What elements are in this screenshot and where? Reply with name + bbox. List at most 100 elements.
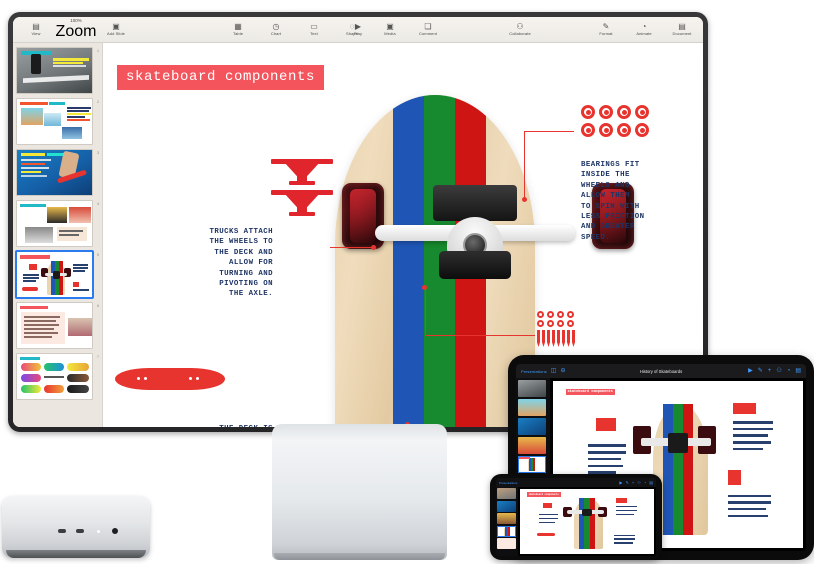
collaborate-icon[interactable]: ⚇ <box>776 368 781 374</box>
bolts-row <box>537 330 575 347</box>
comment-icon: ❏ <box>424 22 432 31</box>
callout-trucks[interactable]: TRUCKS ATTACH THE WHEELS TO THE DECK AND… <box>121 227 273 300</box>
chart-icon: ◷ <box>272 22 280 31</box>
insert-icon[interactable]: + <box>632 480 634 485</box>
thumb-art <box>17 99 93 144</box>
display-stand-base <box>272 424 447 560</box>
callout-bearings[interactable]: BEARINGS FIT INSIDE THE WHEELS AND ALLOW… <box>581 160 703 243</box>
screw-rings-row <box>537 311 575 327</box>
zoom-control[interactable]: 100% Zoom <box>56 18 97 41</box>
slide-thumbnail-5[interactable] <box>14 250 95 299</box>
slide-thumbnail-6[interactable] <box>16 302 94 349</box>
slide-navigator[interactable]: 1 2 3 4 5 6 7 <box>13 43 103 427</box>
ip-truck-hub <box>581 508 593 517</box>
format-label: Format <box>599 31 613 36</box>
slide-thumbnail-row[interactable]: 3 <box>16 149 99 196</box>
mb-slide-title: skateboard components <box>565 389 615 396</box>
mb-truck-icon <box>595 417 616 432</box>
screw-ring-icon <box>567 320 574 327</box>
slide-thumbnail-row[interactable]: 1 <box>16 47 99 94</box>
slide-thumbnail-1[interactable] <box>16 47 94 94</box>
ip-back-label[interactable]: Presentations <box>499 481 517 485</box>
insert-icon[interactable]: + <box>768 368 772 374</box>
collaborate-button[interactable]: ⚇ Collaborate <box>497 22 543 37</box>
screw-ring-icon <box>547 311 554 318</box>
ip-slide-thumbnail[interactable] <box>497 500 516 512</box>
animate-button[interactable]: ◔ Animate <box>631 22 657 37</box>
mac-mini <box>2 496 150 558</box>
mb-slide-thumbnail[interactable] <box>518 399 546 416</box>
format-brush-icon[interactable]: ✎ <box>626 480 629 485</box>
play-icon[interactable]: ▶ <box>748 368 753 374</box>
bearing-icon <box>635 105 649 119</box>
chart-button[interactable]: ◷ Chart <box>263 22 289 37</box>
mb-slide-thumbnail[interactable] <box>518 380 546 397</box>
view-icon: ▤ <box>32 22 40 31</box>
ip-slide-thumbnail[interactable] <box>497 538 516 549</box>
toolbar-center-group: ▶ Play <box>345 22 371 37</box>
chart-label: Chart <box>270 31 282 36</box>
view-label: View <box>31 31 41 36</box>
mb-sidebar-toggle-icon[interactable]: ◫ <box>551 368 557 374</box>
collaborate-icon[interactable]: ⚇ <box>637 480 641 485</box>
add-slide-button[interactable]: ▣ Add Slide <box>103 22 129 37</box>
table-button[interactable]: ▦ Table <box>225 22 251 37</box>
format-button[interactable]: ✎ Format <box>593 22 619 37</box>
media-label: Media <box>384 31 396 36</box>
screw-ring-icon <box>567 311 574 318</box>
mb-slide-thumbnail-selected[interactable] <box>518 456 546 473</box>
leader-dot-trucks <box>371 245 376 250</box>
slide-number: 7 <box>97 355 99 359</box>
document-button[interactable]: ▤ Document <box>669 22 695 37</box>
leader-line-bearings-h <box>524 131 574 132</box>
play-button[interactable]: ▶ Play <box>345 22 371 37</box>
slide-thumbnail-row[interactable]: 6 <box>16 302 99 349</box>
text-button[interactable]: ▭ Text <box>301 22 327 37</box>
ip-bearings <box>616 498 628 503</box>
slide-thumbnail-7[interactable] <box>16 353 94 400</box>
document-icon[interactable]: ▤ <box>649 480 653 485</box>
mb-zoom-icon[interactable]: ⊖ <box>560 368 565 374</box>
thumb-art <box>17 252 93 297</box>
mb-slide-thumbnail[interactable] <box>518 437 546 454</box>
ip-toolbar-icons: ▶ ✎ + ⚇ ◔ ▤ <box>619 480 653 485</box>
slide-thumbnail-row[interactable]: 4 <box>16 200 99 247</box>
animate-icon[interactable]: ◔ <box>787 368 791 374</box>
ip-slide-thumbnail[interactable] <box>497 513 516 524</box>
play-icon[interactable]: ▶ <box>619 480 622 485</box>
media-button[interactable]: ▣ Media <box>377 22 403 37</box>
ip-stripe-red <box>589 498 596 549</box>
thumb-art <box>17 48 93 93</box>
slide-thumbnail-2[interactable] <box>16 98 94 145</box>
screws-graphic <box>537 311 575 347</box>
ip-slide-canvas[interactable]: skateboard components <box>520 489 654 554</box>
comment-button[interactable]: ❏ Comment <box>415 22 441 37</box>
document-icon[interactable]: ▤ <box>795 368 801 374</box>
slide-thumbnail-row[interactable]: 7 <box>16 353 99 400</box>
animate-icon[interactable]: ◔ <box>644 480 646 485</box>
slide-thumbnail-row[interactable]: 2 <box>16 98 99 145</box>
animate-icon: ◔ <box>641 22 647 31</box>
bearings-graphic <box>581 105 649 137</box>
play-label: Play <box>353 31 363 36</box>
ip-slide-thumbnail-selected[interactable] <box>497 525 516 537</box>
leader-dot-bearings <box>522 197 527 202</box>
format-brush-icon[interactable]: ✎ <box>758 368 763 374</box>
slide-thumbnail-4[interactable] <box>16 200 94 247</box>
keynote-toolbar: ▤ View 100% Zoom ▣ Add Slide ▶ Play ▦ Ta… <box>13 17 703 43</box>
slide-number: 3 <box>97 151 99 155</box>
mb-slide-thumbnail[interactable] <box>518 418 546 435</box>
ip-slide-navigator[interactable] <box>496 487 518 556</box>
slide-thumbnail-row-selected[interactable]: 5 <box>14 250 99 299</box>
slide-title[interactable]: skateboard components <box>117 65 325 90</box>
slide-number: 2 <box>97 100 99 104</box>
callout-deck[interactable]: THE DECK IS THE PLATFORM <box>121 424 273 427</box>
view-button[interactable]: ▤ View <box>23 22 49 37</box>
zoom-label: Zoom <box>55 23 97 40</box>
slide-thumbnail-3[interactable] <box>16 149 94 196</box>
mb-back-label[interactable]: Presentations <box>521 369 547 374</box>
mb-document-title: History of Skateboards <box>639 368 683 374</box>
ip-slide-thumbnail[interactable] <box>497 488 516 499</box>
ip-slide-title: skateboard components <box>526 492 561 498</box>
thumb-art <box>17 303 93 348</box>
